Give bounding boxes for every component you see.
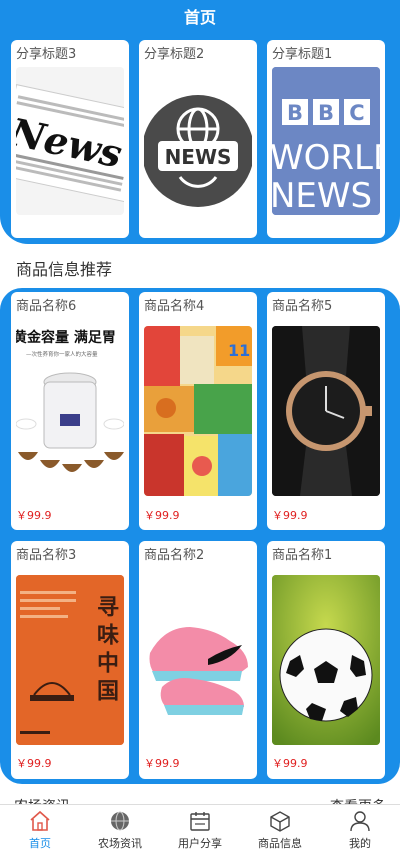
- tab-goods-info[interactable]: 商品信息: [240, 805, 320, 852]
- goods-card-title: 商品名称3: [16, 548, 77, 563]
- svg-text:WORLD: WORLD: [272, 138, 380, 178]
- svg-text:NEWS: NEWS: [272, 176, 372, 215]
- tab-label: 农场资讯: [98, 837, 142, 850]
- goods-card-title: 商品名称2: [144, 548, 205, 563]
- svg-text:B: B: [318, 101, 334, 125]
- goods-grid: 商品名称6 黄金容量 满足胃 —次性养育你一家人的大容量 ￥99.9 商品名称4: [0, 288, 400, 784]
- share-card-title: 分享标题2: [144, 47, 205, 62]
- goods-card[interactable]: 商品名称4 11 ￥99.9: [139, 292, 257, 530]
- rice-cooker-subslogan: —次性养育你一家人的大容量: [26, 350, 98, 358]
- goods-card-title: 商品名称4: [144, 299, 205, 314]
- tab-label: 用户分享: [178, 837, 222, 850]
- goods-card-title: 商品名称5: [272, 299, 333, 314]
- rice-cooker-slogan: 黄金容量 满足胃: [16, 329, 116, 346]
- tab-me[interactable]: 我的: [320, 805, 400, 852]
- goods-card-price: ￥99.9: [272, 509, 308, 522]
- bbc-world-news-image: B B C WORLD NEWS: [272, 67, 380, 215]
- tab-farm-news[interactable]: 农场资讯: [80, 805, 160, 852]
- goods-card-title: 商品名称6: [16, 299, 77, 314]
- rice-cooker-image: 黄金容量 满足胃 —次性养育你一家人的大容量: [16, 326, 124, 496]
- bottom-tab-bar: 首页 农场资讯 用户分享 商品信息 我的: [0, 804, 400, 852]
- share-card[interactable]: 分享标题3 News: [11, 40, 129, 238]
- share-card[interactable]: 分享标题1 B B C WORLD NEWS: [267, 40, 385, 238]
- goods-card[interactable]: 商品名称3 寻味中国 ￥99.9: [11, 541, 129, 779]
- svg-text:NEWS: NEWS: [165, 145, 232, 169]
- tab-label: 我的: [349, 837, 371, 850]
- soccer-ball-image: [272, 575, 380, 745]
- share-carousel: 分享标题3 News 分享标题2 NEWS 分享标题1 B B C WORL N…: [0, 36, 400, 244]
- book-title: 寻味中国: [93, 595, 119, 707]
- svg-text:C: C: [349, 101, 364, 125]
- goods-card[interactable]: 商品名称1 ￥99.9: [267, 541, 385, 779]
- page-title: 首页: [0, 0, 400, 36]
- news-globe-image: NEWS: [144, 67, 252, 215]
- goods-card-price: ￥99.9: [272, 757, 308, 770]
- user-icon: [350, 811, 370, 832]
- share-card-title: 分享标题1: [272, 47, 333, 62]
- goods-card-price: ￥99.9: [144, 509, 180, 522]
- snacks-image: 11: [144, 326, 252, 496]
- wristwatch-image: [272, 326, 380, 496]
- snacks-pack-label: 11: [228, 341, 250, 360]
- goods-card-price: ￥99.9: [16, 757, 52, 770]
- share-card[interactable]: 分享标题2 NEWS: [139, 40, 257, 238]
- tab-user-share[interactable]: 用户分享: [160, 805, 240, 852]
- calendar-icon: [190, 812, 210, 831]
- home-icon: [30, 810, 50, 831]
- goods-card[interactable]: 商品名称2 ￥99.9: [139, 541, 257, 779]
- goods-card[interactable]: 商品名称6 黄金容量 满足胃 —次性养育你一家人的大容量 ￥99.9: [11, 292, 129, 530]
- goods-card[interactable]: 商品名称5 ￥99.9: [267, 292, 385, 530]
- globe-icon: [111, 811, 129, 831]
- goods-card-price: ￥99.9: [144, 757, 180, 770]
- goods-card-price: ￥99.9: [16, 509, 52, 522]
- tab-label: 首页: [29, 837, 51, 850]
- newspaper-image: News: [16, 67, 124, 215]
- tab-label: 商品信息: [258, 837, 302, 850]
- svg-text:B: B: [287, 101, 303, 125]
- section-title-goods: 商品信息推荐: [16, 260, 113, 279]
- box-icon: [270, 811, 290, 832]
- goods-card-title: 商品名称1: [272, 548, 333, 563]
- book-cover-image: 寻味中国: [16, 575, 124, 745]
- share-card-title: 分享标题3: [16, 47, 77, 62]
- tab-home[interactable]: 首页: [0, 805, 80, 852]
- pink-sneaker-image: [144, 575, 252, 745]
